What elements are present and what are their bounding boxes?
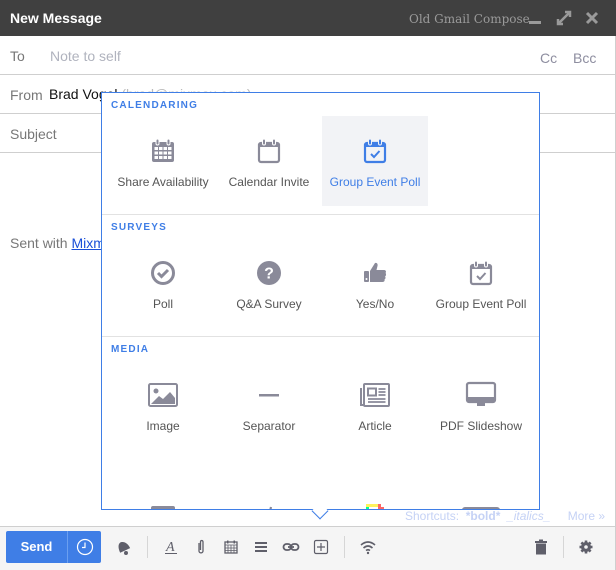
question-circle-icon: ? (216, 258, 322, 288)
shortcut-bold: *bold* (465, 509, 501, 523)
section-title: CALENDARING (111, 100, 199, 111)
to-row: To Note to self Cc Bcc (0, 36, 615, 75)
image-button[interactable]: Image (110, 360, 216, 450)
click-button-insert[interactable]: CLICK (428, 481, 534, 509)
minimize-icon[interactable] (526, 9, 544, 27)
shortcuts-label: Shortcuts: (405, 509, 460, 523)
insert-popover: CALENDARING Share Availability Calendar … (101, 92, 540, 510)
thumbs-up-icon (322, 258, 428, 288)
code-icon (216, 501, 322, 509)
share-availability-button[interactable]: Share Availability (110, 116, 216, 206)
attachment-icon[interactable] (192, 538, 210, 556)
group-event-poll-button[interactable]: Group Event Poll (322, 116, 428, 206)
section-media: MEDIA Image Separator Article PDF Slides… (102, 337, 539, 509)
from-label: From (10, 87, 43, 103)
tile-label: Poll (152, 297, 173, 311)
svg-text:A: A (165, 540, 175, 555)
bcc-button[interactable]: Bcc (573, 50, 596, 66)
svg-text:?: ? (264, 266, 274, 283)
send-button-group: Send (6, 531, 101, 563)
tile-label: Q&A Survey (236, 297, 302, 311)
giphy-icon (322, 501, 428, 509)
table-icon (110, 501, 216, 509)
old-gmail-compose-link[interactable]: Old Gmail Compose (409, 12, 530, 26)
toolbar-divider (147, 536, 148, 558)
link-icon[interactable] (282, 538, 300, 556)
compose-titlebar: New Message Old Gmail Compose (0, 0, 616, 36)
trash-icon[interactable] (532, 538, 550, 556)
image-icon (110, 380, 216, 410)
subject-label: Subject (10, 126, 57, 142)
insert-icon[interactable] (312, 538, 330, 556)
tile-label: Group Event Poll (435, 297, 527, 311)
compose-toolbar: Send A (0, 526, 615, 570)
tile-label: Yes/No (355, 297, 395, 311)
expand-icon[interactable] (555, 9, 573, 27)
text-format-icon[interactable]: A (162, 538, 180, 556)
calendar-grid-icon (110, 136, 216, 166)
poll-button[interactable]: Poll (110, 238, 216, 328)
tile-label: Group Event Poll (329, 175, 421, 189)
calendar-icon[interactable] (222, 538, 240, 556)
to-input[interactable]: Note to self (50, 48, 121, 64)
more-shortcuts-link[interactable]: More » (568, 509, 605, 523)
article-icon (322, 380, 428, 410)
monitor-icon (428, 380, 534, 410)
section-title: MEDIA (111, 344, 150, 355)
schedule-clock-icon[interactable] (68, 531, 101, 563)
section-surveys: SURVEYS Poll ? Q&A Survey Yes/No Group E… (102, 215, 539, 337)
article-button[interactable]: Article (322, 360, 428, 450)
window-title: New Message (10, 10, 102, 26)
click-badge: CLICK (462, 507, 500, 509)
send-button[interactable]: Send (6, 531, 67, 563)
group-event-poll-survey-button[interactable]: Group Event Poll (428, 238, 534, 328)
templates-icon[interactable] (252, 538, 270, 556)
tile-label: Image (146, 419, 180, 433)
separator-button[interactable]: Separator (216, 360, 322, 450)
to-label: To (10, 48, 25, 64)
giphy-button[interactable] (322, 481, 428, 509)
click-button-icon: CLICK (428, 501, 534, 509)
check-circle-icon (110, 258, 216, 288)
calendar-check-icon (428, 258, 534, 288)
code-snippet-button[interactable] (216, 481, 322, 509)
yes-no-button[interactable]: Yes/No (322, 238, 428, 328)
cc-button[interactable]: Cc (540, 50, 557, 66)
tile-label: Article (358, 419, 392, 433)
tile-label: Calendar Invite (228, 175, 310, 189)
toolbar-divider (563, 536, 564, 558)
settings-gear-icon[interactable] (577, 538, 595, 556)
calendar-blank-icon (216, 136, 322, 166)
tile-label: Separator (242, 419, 296, 433)
shortcut-italics: _italics_ (507, 509, 551, 523)
section-calendaring: CALENDARING Share Availability Calendar … (102, 93, 539, 215)
reminder-bell-icon[interactable] (114, 538, 132, 556)
separator-icon (216, 380, 322, 410)
qa-survey-button[interactable]: ? Q&A Survey (216, 238, 322, 328)
calendar-check-icon (322, 136, 428, 166)
table-button[interactable] (110, 481, 216, 509)
section-title: SURVEYS (111, 222, 168, 233)
tile-label: PDF Slideshow (439, 419, 523, 433)
toolbar-divider (344, 536, 345, 558)
signature-prefix: Sent with (10, 235, 72, 251)
close-icon[interactable] (583, 9, 601, 27)
shortcuts-hint: Shortcuts: *bold* _italics_ More » (405, 509, 605, 523)
tile-label: Share Availability (117, 175, 209, 189)
calendar-invite-button[interactable]: Calendar Invite (216, 116, 322, 206)
pdf-slideshow-button[interactable]: PDF Slideshow (428, 360, 534, 450)
tracking-icon[interactable] (359, 538, 377, 556)
